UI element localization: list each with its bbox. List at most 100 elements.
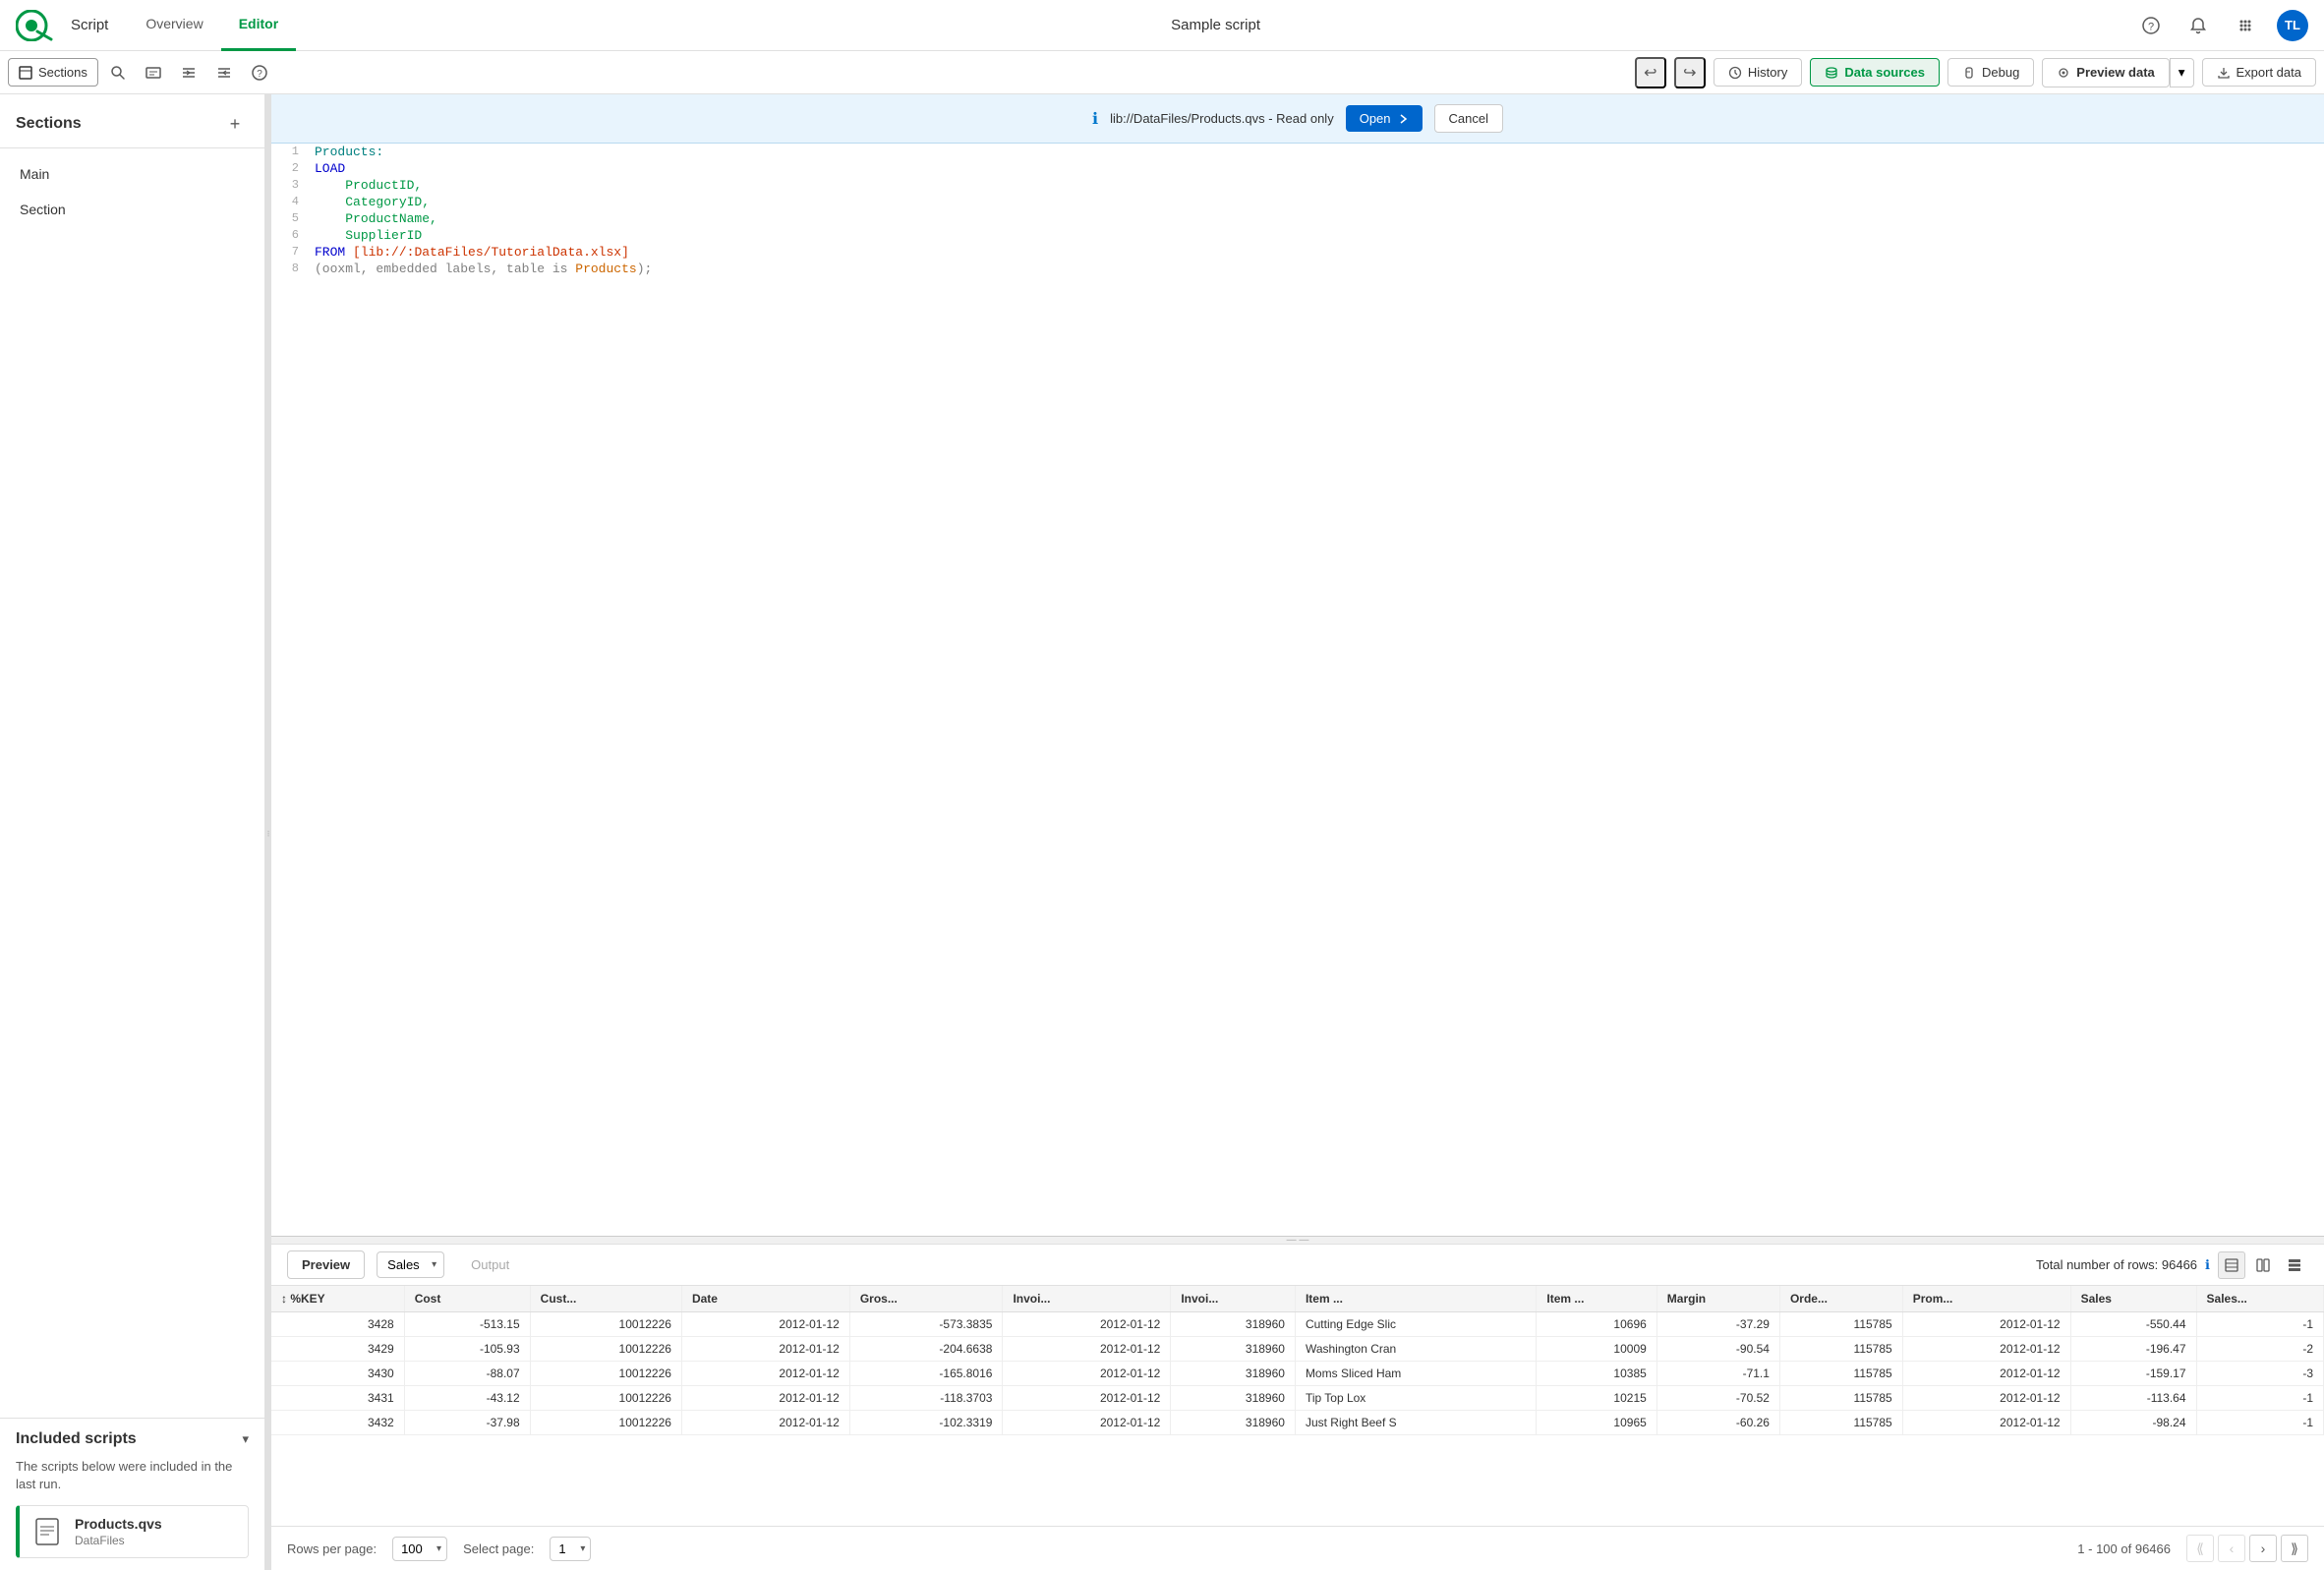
sidebar-item-section[interactable]: Section (0, 192, 264, 227)
included-scripts-panel: Included scripts ▾ The scripts below wer… (0, 1418, 264, 1570)
col-invoi1[interactable]: Invoi... (1003, 1286, 1171, 1312)
debug-button[interactable]: Debug (1947, 58, 2034, 87)
indent-right-icon-btn[interactable] (173, 57, 204, 88)
next-page-button[interactable]: › (2249, 1535, 2277, 1562)
table-cell: 10696 (1537, 1312, 1656, 1337)
first-page-button[interactable]: ⟪ (2186, 1535, 2214, 1562)
preview-resize-handle[interactable]: — — (271, 1237, 2324, 1245)
included-scripts-toggle[interactable]: ▾ (242, 1431, 249, 1447)
col-date[interactable]: Date (681, 1286, 849, 1312)
debug-label: Debug (1982, 65, 2019, 80)
col-orde[interactable]: Orde... (1779, 1286, 1902, 1312)
sidebar-items: Main Section (0, 148, 264, 1418)
avatar[interactable]: TL (2277, 10, 2308, 41)
table-select[interactable]: Sales (377, 1251, 444, 1278)
sidebar-title: Sections (16, 115, 82, 133)
main-content: Sections + Main Section Included scripts… (0, 94, 2324, 1570)
col-item1[interactable]: Item ... (1295, 1286, 1536, 1312)
code-line: 8 (ooxml, embedded labels, table is Prod… (271, 261, 2324, 277)
col-item2[interactable]: Item ... (1537, 1286, 1656, 1312)
code-line: 4 CategoryID, (271, 194, 2324, 210)
undo-button[interactable]: ↩ (1635, 57, 1666, 88)
export-data-button[interactable]: Export data (2202, 58, 2317, 87)
apps-icon-btn[interactable] (2230, 10, 2261, 41)
comment-icon-btn[interactable] (138, 57, 169, 88)
rows-per-page-select[interactable]: 100 50 25 (392, 1537, 447, 1561)
cancel-button[interactable]: Cancel (1434, 104, 1503, 133)
table-cell: -196.47 (2070, 1337, 2196, 1362)
bell-icon-btn[interactable] (2182, 10, 2214, 41)
indent-left-icon-btn[interactable] (208, 57, 240, 88)
col-prom[interactable]: Prom... (1902, 1286, 2070, 1312)
table-cell: -105.93 (404, 1337, 530, 1362)
col-cust[interactable]: Cust... (530, 1286, 681, 1312)
help-icon-btn[interactable]: ? (2135, 10, 2167, 41)
table-view-icons (2218, 1251, 2308, 1279)
tab-overview[interactable]: Overview (128, 0, 220, 51)
table-cell: -550.44 (2070, 1312, 2196, 1337)
included-scripts-title: Included scripts (16, 1430, 137, 1448)
table-header-row: ↕ %KEY Cost Cust... Date Gros... Invoi..… (271, 1286, 2324, 1312)
table-view-list[interactable] (2281, 1251, 2308, 1279)
preview-toolbar: Preview Sales ▾ Output Total number of r… (271, 1245, 2324, 1286)
table-view-expanded[interactable] (2249, 1251, 2277, 1279)
sales-select-wrap: Sales ▾ (377, 1251, 444, 1278)
pagination-info: 1 - 100 of 96466 (2077, 1541, 2171, 1556)
table-cell: -159.17 (2070, 1362, 2196, 1386)
col-gros[interactable]: Gros... (849, 1286, 1003, 1312)
table-cell: -3 (2196, 1362, 2323, 1386)
sidebar: Sections + Main Section Included scripts… (0, 94, 265, 1570)
col-cost[interactable]: Cost (404, 1286, 530, 1312)
help-btn[interactable]: ? (244, 57, 275, 88)
table-row: 3429-105.93100122262012-01-12-204.663820… (271, 1337, 2324, 1362)
table-cell: -1 (2196, 1312, 2323, 1337)
datasources-button[interactable]: Data sources (1810, 58, 1940, 87)
qlik-logo (16, 10, 59, 41)
table-cell: 115785 (1779, 1337, 1902, 1362)
open-button[interactable]: Open (1346, 105, 1423, 132)
table-cell: 2012-01-12 (1902, 1312, 2070, 1337)
history-button[interactable]: History (1714, 58, 1802, 87)
search-icon-btn[interactable] (102, 57, 134, 88)
table-cell: -1 (2196, 1386, 2323, 1411)
preview-data-dropdown[interactable]: ▾ (2170, 58, 2194, 87)
table-cell: 318960 (1171, 1411, 1296, 1435)
sections-button[interactable]: Sections (8, 58, 98, 87)
preview-data-button[interactable]: Preview data (2042, 58, 2170, 87)
select-page-label: Select page: (463, 1541, 534, 1556)
table-cell: -2 (2196, 1337, 2323, 1362)
table-cell: 318960 (1171, 1362, 1296, 1386)
preview-pane: — — Preview Sales ▾ Output Total number … (271, 1236, 2324, 1570)
data-table-wrap[interactable]: ↕ %KEY Cost Cust... Date Gros... Invoi..… (271, 1286, 2324, 1526)
add-section-button[interactable]: + (221, 110, 249, 138)
table-cell: 115785 (1779, 1386, 1902, 1411)
col-key[interactable]: ↕ %KEY (271, 1286, 404, 1312)
table-view-compact[interactable] (2218, 1251, 2245, 1279)
preview-button[interactable]: Preview (287, 1250, 365, 1279)
rows-per-page-label: Rows per page: (287, 1541, 377, 1556)
col-sales[interactable]: Sales (2070, 1286, 2196, 1312)
sidebar-item-main[interactable]: Main (0, 156, 264, 192)
included-scripts-header: Included scripts ▾ (16, 1430, 249, 1448)
table-cell: -102.3319 (849, 1411, 1003, 1435)
table-cell: 318960 (1171, 1386, 1296, 1411)
col-sales2[interactable]: Sales... (2196, 1286, 2323, 1312)
code-editor[interactable]: 1 Products: 2 LOAD 3 ProductID, 4 Catego… (271, 144, 2324, 1236)
table-cell: -1 (2196, 1411, 2323, 1435)
select-page-select[interactable]: 1 (550, 1537, 591, 1561)
output-button[interactable]: Output (456, 1250, 524, 1279)
table-cell: 10012226 (530, 1386, 681, 1411)
table-cell: 115785 (1779, 1411, 1902, 1435)
tab-editor[interactable]: Editor (221, 0, 296, 51)
table-cell: 10385 (1537, 1362, 1656, 1386)
col-invoi2[interactable]: Invoi... (1171, 1286, 1296, 1312)
redo-button[interactable]: ↪ (1674, 57, 1706, 88)
last-page-button[interactable]: ⟫ (2281, 1535, 2308, 1562)
table-cell: 2012-01-12 (1902, 1386, 2070, 1411)
prev-page-button[interactable]: ‹ (2218, 1535, 2245, 1562)
script-file-item[interactable]: Products.qvs DataFiles (16, 1505, 249, 1558)
table-cell: 2012-01-12 (681, 1411, 849, 1435)
preview-rows-info: Total number of rows: 96466 ℹ (2036, 1251, 2308, 1279)
script-file-name: Products.qvs (75, 1516, 162, 1532)
col-margin[interactable]: Margin (1656, 1286, 1779, 1312)
